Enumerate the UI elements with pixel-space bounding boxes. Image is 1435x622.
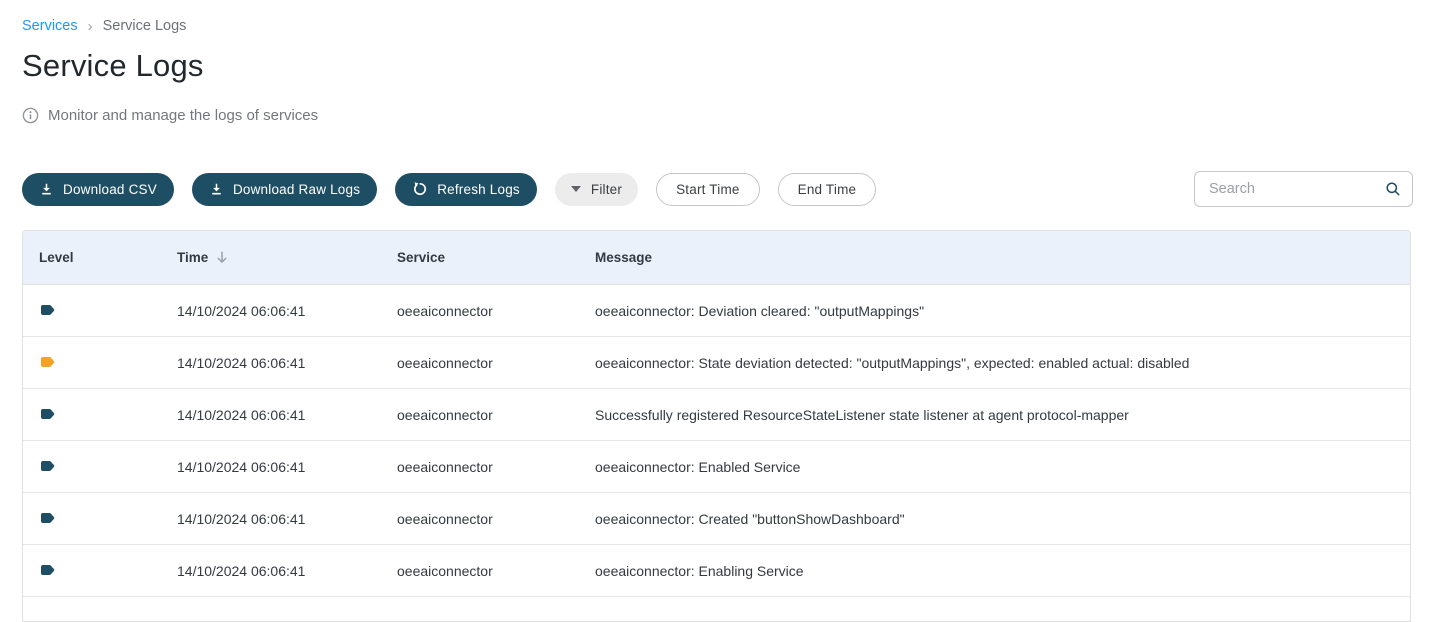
level-badge [41,357,55,368]
cell-level [23,303,161,319]
page-subtitle-text: Monitor and manage the logs of services [48,107,318,124]
level-badge-icon [41,565,55,576]
filter-button[interactable]: Filter [555,173,638,206]
cell-service: oeeaiconnector [381,407,579,423]
level-badge-icon [41,305,55,316]
search-box [1194,171,1413,207]
table-row[interactable]: 14/10/2024 06:06:41 oeeaiconnector oeeai… [23,285,1410,337]
cell-service: oeeaiconnector [381,303,579,319]
table-row[interactable]: 14/10/2024 06:06:41 oeeaiconnector oeeai… [23,337,1410,389]
breadcrumb-current: Service Logs [103,18,187,34]
column-header-time-label: Time [177,250,208,265]
start-time-button[interactable]: Start Time [656,173,760,206]
cell-service: oeeaiconnector [381,355,579,371]
table-header: Level Time Service Message [23,231,1410,285]
level-badge [41,565,55,576]
refresh-logs-button[interactable]: Refresh Logs [395,173,537,206]
cell-time: 14/10/2024 06:06:41 [161,407,381,423]
cell-time: 14/10/2024 06:06:41 [161,355,381,371]
cell-time: 14/10/2024 06:06:41 [161,459,381,475]
level-badge [41,305,55,316]
cell-level [23,407,161,423]
download-csv-label: Download CSV [63,182,157,197]
cell-message: oeeaiconnector: Enabled Service [579,459,1410,475]
level-badge-icon [41,409,55,420]
column-header-level[interactable]: Level [23,250,161,265]
table-row[interactable]: 14/10/2024 06:06:41 oeeaiconnector oeeai… [23,493,1410,545]
download-icon [209,182,224,197]
download-raw-logs-button[interactable]: Download Raw Logs [192,173,377,206]
level-badge-icon [41,513,55,524]
breadcrumb-separator-icon: › [88,19,93,34]
table-row[interactable]: 14/10/2024 06:06:41 oeeaiconnector Succe… [23,389,1410,441]
page-title: Service Logs [22,47,1413,85]
cell-message: oeeaiconnector: State deviation detected… [579,355,1410,371]
column-header-level-label: Level [39,250,74,265]
level-badge [41,409,55,420]
cell-time: 14/10/2024 06:06:41 [161,511,381,527]
start-time-label: Start Time [676,182,740,197]
page-subtitle: Monitor and manage the logs of services [22,105,1413,125]
column-header-time[interactable]: Time [161,250,381,265]
sort-descending-icon [215,250,229,265]
cell-service: oeeaiconnector [381,511,579,527]
cell-level [23,511,161,527]
download-csv-button[interactable]: Download CSV [22,173,174,206]
refresh-icon [412,181,428,197]
column-header-message[interactable]: Message [579,250,1410,265]
column-header-service-label: Service [397,250,445,265]
table-body: 14/10/2024 06:06:41 oeeaiconnector oeeai… [23,285,1410,597]
level-badge-icon [41,461,55,472]
filter-label: Filter [591,182,622,197]
level-badge [41,461,55,472]
level-badge-icon [41,357,55,368]
info-icon [22,107,39,124]
search-input[interactable] [1194,171,1413,207]
cell-time: 14/10/2024 06:06:41 [161,303,381,319]
end-time-button[interactable]: End Time [778,173,877,206]
cell-time: 14/10/2024 06:06:41 [161,563,381,579]
cell-level [23,459,161,475]
cell-message: Successfully registered ResourceStateLis… [579,407,1410,423]
level-badge [41,513,55,524]
cell-message: oeeaiconnector: Enabling Service [579,563,1410,579]
cell-service: oeeaiconnector [381,563,579,579]
refresh-logs-label: Refresh Logs [437,182,520,197]
cell-level [23,355,161,371]
chevron-down-icon [571,186,581,192]
breadcrumb-link-services[interactable]: Services [22,18,78,34]
download-raw-logs-label: Download Raw Logs [233,182,360,197]
search-icon[interactable] [1385,181,1401,197]
breadcrumb: Services › Service Logs [22,0,1413,35]
column-header-service[interactable]: Service [381,250,579,265]
cell-service: oeeaiconnector [381,459,579,475]
download-icon [39,182,54,197]
cell-message: oeeaiconnector: Deviation cleared: "outp… [579,303,1410,319]
cell-level [23,563,161,579]
table-row[interactable]: 14/10/2024 06:06:41 oeeaiconnector oeeai… [23,545,1410,597]
cell-message: oeeaiconnector: Created "buttonShowDashb… [579,511,1410,527]
table-row[interactable]: 14/10/2024 06:06:41 oeeaiconnector oeeai… [23,441,1410,493]
toolbar: Download CSV Download Raw Logs Refresh L… [22,171,1413,207]
column-header-message-label: Message [595,250,652,265]
end-time-label: End Time [798,182,857,197]
logs-table: Level Time Service Message 14/1 [22,230,1411,622]
table-row-partial [23,597,1410,621]
